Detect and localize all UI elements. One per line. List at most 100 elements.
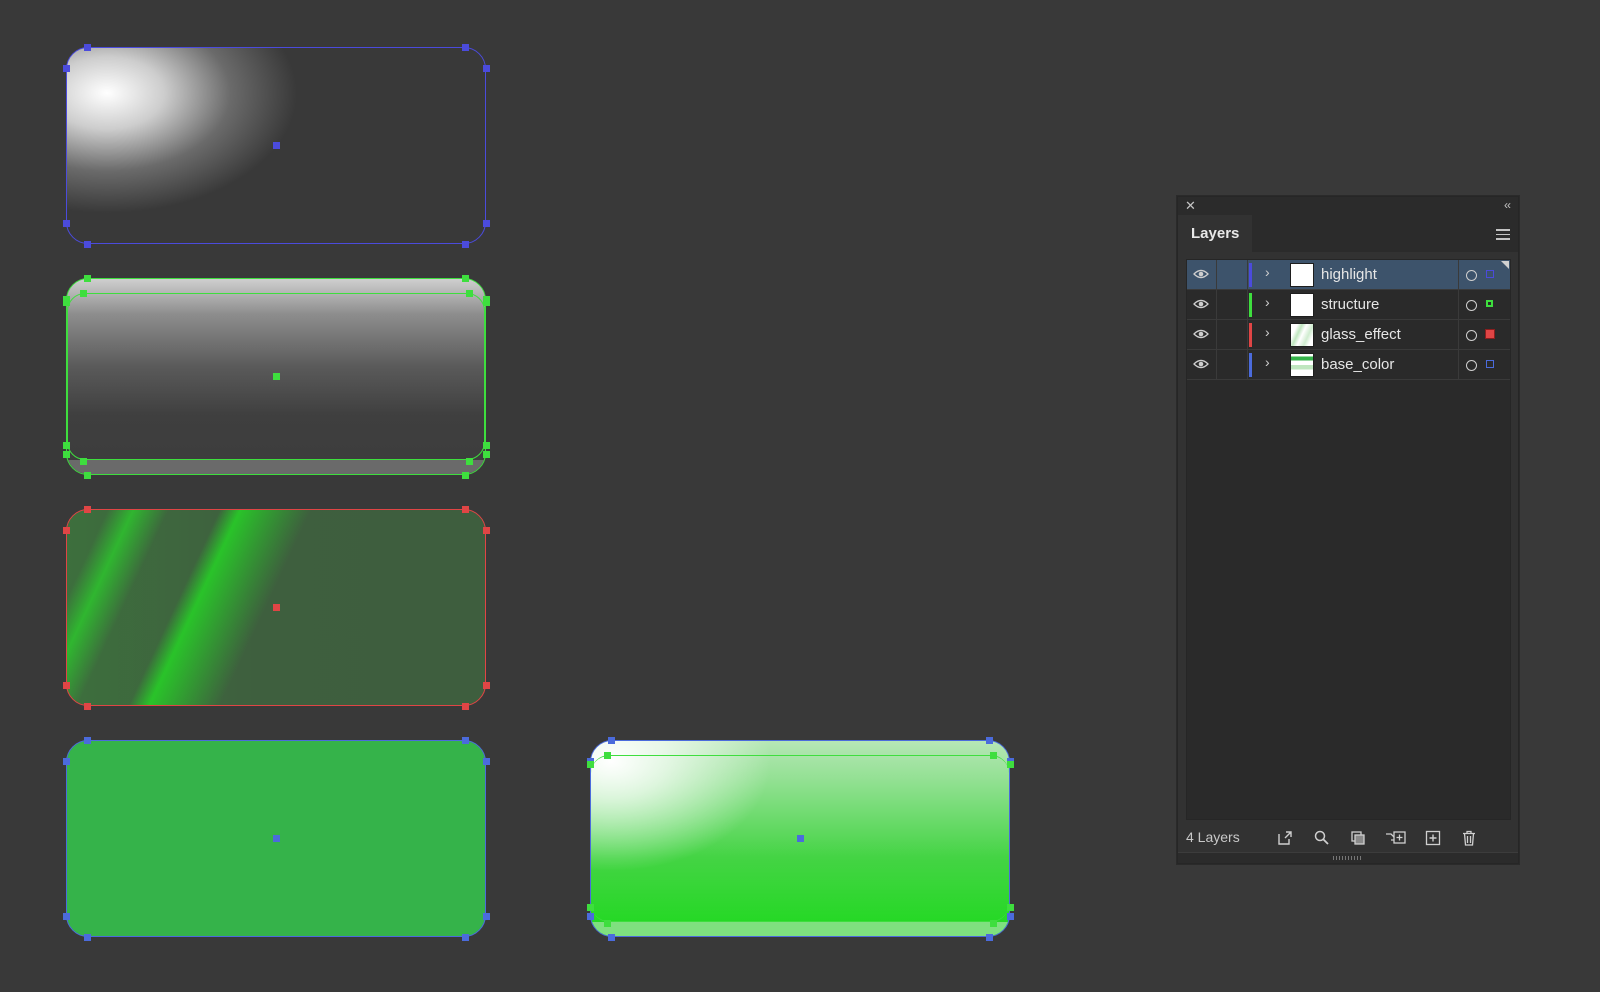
center-point[interactable] (272, 604, 280, 611)
new-sublayer-icon[interactable] (1385, 829, 1407, 847)
target-circle-icon[interactable] (1466, 330, 1477, 341)
anchor-point[interactable] (607, 736, 615, 744)
clipping-mask-icon[interactable] (1349, 829, 1367, 847)
anchor-point[interactable] (989, 919, 997, 927)
target-circle-icon[interactable] (1466, 300, 1477, 311)
anchor-point[interactable] (985, 933, 993, 941)
layer-name[interactable]: highlight (1321, 266, 1377, 283)
layers-panel: ✕ ‹‹ Layers › highlight › structure › gl… (1177, 196, 1519, 864)
center-point[interactable] (272, 142, 280, 149)
anchor-point[interactable] (79, 289, 87, 297)
current-layer-corner-icon (1501, 261, 1509, 269)
target-circle-icon[interactable] (1466, 360, 1477, 371)
anchor-point[interactable] (62, 681, 70, 689)
anchor-point[interactable] (985, 736, 993, 744)
anchor-point[interactable] (461, 240, 469, 248)
selection-indicator-icon[interactable] (1486, 360, 1494, 368)
chevron-right-icon[interactable]: › (1265, 264, 1270, 280)
layer-row-base-color[interactable]: › base_color (1187, 350, 1510, 380)
combined-bottom-strip (591, 922, 1009, 936)
anchor-point[interactable] (62, 298, 70, 306)
anchor-point[interactable] (1006, 903, 1014, 911)
anchor-point[interactable] (586, 903, 594, 911)
anchor-point[interactable] (83, 736, 91, 744)
layer-name[interactable]: structure (1321, 296, 1379, 313)
anchor-point[interactable] (603, 751, 611, 759)
anchor-point[interactable] (83, 274, 91, 282)
anchor-point[interactable] (586, 912, 594, 920)
center-point[interactable] (272, 373, 280, 380)
layer-row-structure[interactable]: › structure (1187, 290, 1510, 320)
eye-icon[interactable] (1193, 268, 1209, 280)
anchor-point[interactable] (586, 760, 594, 768)
anchor-point[interactable] (62, 64, 70, 72)
chevron-right-icon[interactable]: › (1265, 354, 1270, 370)
trash-icon[interactable] (1460, 829, 1478, 847)
panel-footer: 4 Layers (1178, 821, 1518, 855)
layer-name[interactable]: glass_effect (1321, 326, 1401, 343)
new-layer-icon[interactable] (1424, 829, 1442, 847)
anchor-point[interactable] (482, 441, 490, 449)
center-point[interactable] (796, 835, 804, 842)
search-icon[interactable] (1313, 829, 1331, 847)
anchor-point[interactable] (482, 757, 490, 765)
selection-indicator-icon[interactable] (1486, 300, 1493, 307)
layer-color-bar (1249, 323, 1252, 347)
anchor-point[interactable] (603, 919, 611, 927)
anchor-point[interactable] (79, 457, 87, 465)
chevron-right-icon[interactable]: › (1265, 294, 1270, 310)
anchor-point[interactable] (482, 450, 490, 458)
anchor-point[interactable] (1006, 912, 1014, 920)
layer-color-bar (1249, 263, 1252, 287)
layer-name[interactable]: base_color (1321, 356, 1394, 373)
anchor-point[interactable] (989, 751, 997, 759)
panel-menu-icon[interactable] (1496, 229, 1510, 240)
anchor-point[interactable] (62, 912, 70, 920)
anchor-point[interactable] (482, 912, 490, 920)
anchor-point[interactable] (62, 441, 70, 449)
anchor-point[interactable] (482, 298, 490, 306)
anchor-point[interactable] (482, 681, 490, 689)
anchor-point[interactable] (482, 64, 490, 72)
export-icon[interactable] (1276, 829, 1294, 847)
anchor-point[interactable] (62, 757, 70, 765)
anchor-point[interactable] (461, 702, 469, 710)
layer-color-bar (1249, 353, 1252, 377)
anchor-point[interactable] (465, 289, 473, 297)
anchor-point[interactable] (1006, 760, 1014, 768)
layer-list: › highlight › structure › glass_effect ›… (1186, 259, 1511, 820)
eye-icon[interactable] (1193, 358, 1209, 370)
anchor-point[interactable] (461, 43, 469, 51)
anchor-point[interactable] (607, 933, 615, 941)
anchor-point[interactable] (461, 471, 469, 479)
close-icon[interactable]: ✕ (1185, 198, 1196, 214)
anchor-point[interactable] (83, 933, 91, 941)
anchor-point[interactable] (482, 526, 490, 534)
anchor-point[interactable] (62, 450, 70, 458)
anchor-point[interactable] (83, 240, 91, 248)
anchor-point[interactable] (83, 43, 91, 51)
anchor-point[interactable] (461, 933, 469, 941)
layer-row-glass-effect[interactable]: › glass_effect (1187, 320, 1510, 350)
anchor-point[interactable] (461, 736, 469, 744)
anchor-point[interactable] (461, 274, 469, 282)
anchor-point[interactable] (62, 526, 70, 534)
selection-indicator-icon[interactable] (1485, 329, 1495, 339)
chevron-right-icon[interactable]: › (1265, 324, 1270, 340)
anchor-point[interactable] (461, 505, 469, 513)
eye-icon[interactable] (1193, 328, 1209, 340)
anchor-point[interactable] (465, 457, 473, 465)
target-circle-icon[interactable] (1466, 270, 1477, 281)
panel-resize-grip[interactable] (1178, 852, 1518, 863)
eye-icon[interactable] (1193, 298, 1209, 310)
anchor-point[interactable] (83, 505, 91, 513)
anchor-point[interactable] (83, 702, 91, 710)
tab-layers[interactable]: Layers (1178, 215, 1252, 252)
collapse-icon[interactable]: ‹‹ (1504, 197, 1511, 213)
anchor-point[interactable] (62, 219, 70, 227)
center-point[interactable] (272, 835, 280, 842)
anchor-point[interactable] (482, 219, 490, 227)
anchor-point[interactable] (83, 471, 91, 479)
layer-row-highlight[interactable]: › highlight (1187, 260, 1510, 290)
selection-indicator-icon[interactable] (1486, 270, 1494, 278)
